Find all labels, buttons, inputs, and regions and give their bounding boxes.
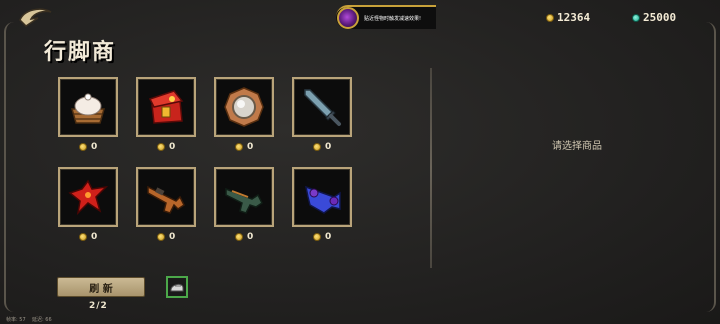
back-arrow-icon xyxy=(19,8,52,27)
latency-readout: 延迟: 66 xyxy=(32,317,52,323)
refresh-count: 2/2 xyxy=(89,301,108,311)
dumpling-basket-icon xyxy=(71,93,105,124)
price-value: 0 xyxy=(169,142,176,152)
gold-coin-icon xyxy=(546,13,554,22)
gold-coin-icon xyxy=(313,233,321,241)
item-price: 0 xyxy=(313,142,331,152)
gem-amount: 25000 xyxy=(643,11,677,24)
page-title: 行脚商 xyxy=(44,39,117,65)
item-price: 0 xyxy=(157,142,175,152)
gold-coin-icon xyxy=(235,143,243,151)
gold-coin-icon xyxy=(313,143,321,151)
orange-gun-icon xyxy=(147,185,185,214)
blue-cannon-icon xyxy=(305,185,341,214)
price-value: 0 xyxy=(247,232,254,242)
back-button[interactable] xyxy=(18,4,54,30)
notice-text: 贴近怪物时触发减速效果! xyxy=(364,15,422,22)
refresh-button[interactable]: 刷 新 xyxy=(57,277,145,297)
item-price: 0 xyxy=(235,232,253,242)
round-shield-icon xyxy=(224,87,264,127)
fps-readout: 帧率: 57 xyxy=(6,317,26,323)
curse-orb-icon xyxy=(337,7,359,29)
shop-item-slot[interactable] xyxy=(214,77,274,137)
gold-coin-icon xyxy=(235,233,243,241)
red-dragon-icon xyxy=(68,179,109,216)
select-item-placeholder: 请选择商品 xyxy=(552,141,602,152)
gold-coin-icon xyxy=(157,233,165,241)
gem-counter: 25000 xyxy=(632,11,676,24)
price-value: 0 xyxy=(325,232,332,242)
shop-item-slot[interactable] xyxy=(214,167,274,227)
treasure-chest-icon xyxy=(148,90,184,124)
perf-stats: 帧率: 57 延迟: 66 xyxy=(6,316,52,323)
price-value: 0 xyxy=(325,142,332,152)
panel-divider xyxy=(430,68,432,268)
frame-right-border xyxy=(706,22,716,312)
gold-coin-icon xyxy=(157,143,165,151)
price-value: 0 xyxy=(91,142,98,152)
shop-item-slot[interactable] xyxy=(136,77,196,137)
frame-left-border xyxy=(4,22,14,312)
price-value: 0 xyxy=(169,232,176,242)
sword-icon xyxy=(304,89,341,126)
status-notice: 贴近怪物时触发减速效果! xyxy=(336,5,436,29)
item-price: 0 xyxy=(235,142,253,152)
shop-item-slot[interactable] xyxy=(58,77,118,137)
helmet-icon xyxy=(170,283,184,292)
shop-item-slot[interactable] xyxy=(58,167,118,227)
shop-item-slot[interactable] xyxy=(292,77,352,137)
price-value: 0 xyxy=(247,142,254,152)
gold-coin-icon xyxy=(79,233,87,241)
price-value: 0 xyxy=(91,232,98,242)
gold-counter: 12364 xyxy=(546,11,590,24)
equipped-item-slot[interactable] xyxy=(166,276,188,298)
item-price: 0 xyxy=(79,142,97,152)
gem-icon xyxy=(632,13,640,22)
shop-item-slot[interactable] xyxy=(292,167,352,227)
gold-amount: 12364 xyxy=(557,11,591,24)
item-price: 0 xyxy=(313,232,331,242)
item-price: 0 xyxy=(79,232,97,242)
item-price: 0 xyxy=(157,232,175,242)
gold-coin-icon xyxy=(79,143,87,151)
green-gun-icon xyxy=(225,187,263,214)
shop-item-slot[interactable] xyxy=(136,167,196,227)
